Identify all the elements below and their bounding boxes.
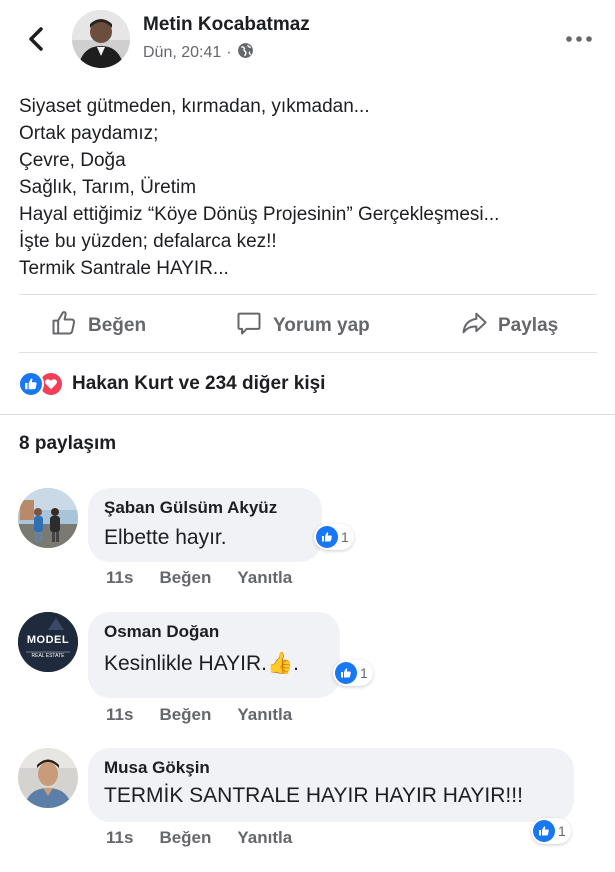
- comment-icon: [235, 309, 263, 343]
- commenter-avatar[interactable]: MODEL REAL ESTATE: [18, 612, 78, 672]
- post-line: Termik Santrale HAYIR...: [19, 258, 229, 279]
- like-reaction-icon: [335, 662, 357, 684]
- like-reaction-icon: [18, 371, 44, 397]
- comment-bubble[interactable]: Musa Gökşin TERMİK SANTRALE HAYIR HAYIR …: [88, 748, 574, 822]
- thumbs-up-emoji-icon: 👍: [267, 652, 294, 675]
- thumbs-up-icon: [50, 309, 78, 343]
- post-action-bar: Beğen Yorum yap Paylaş: [0, 300, 615, 352]
- post-meta: Dün, 20:41 ·: [143, 42, 254, 64]
- reactions-text: Hakan Kurt ve 234 diğer kişi: [72, 373, 326, 394]
- comment-actions: 11s Beğen Yanıtla: [106, 705, 292, 725]
- comment-like-button[interactable]: Beğen: [159, 568, 211, 588]
- comment-reply-button[interactable]: Yanıtla: [237, 568, 292, 588]
- post-line: Siyaset gütmeden, kırmadan, yıkmadan...: [19, 96, 370, 117]
- section-divider: [0, 414, 615, 415]
- commenter-avatar[interactable]: [18, 488, 78, 548]
- post-line: Ortak paydamız;: [19, 123, 159, 144]
- share-count[interactable]: 8 paylaşım: [19, 433, 116, 455]
- divider: [19, 352, 597, 353]
- comment-time: 11s: [106, 828, 134, 847]
- share-button[interactable]: Paylaş: [460, 308, 558, 344]
- comment-like-count[interactable]: 1: [531, 818, 571, 844]
- post-line: Çevre, Doğa: [19, 150, 126, 171]
- commenter-name[interactable]: Şaban Gülsüm Akyüz: [104, 498, 306, 518]
- post-body: Siyaset gütmeden, kırmadan, yıkmadan... …: [19, 93, 599, 282]
- comment-bubble[interactable]: Osman Doğan Kesinlikle HAYIR.👍.: [88, 612, 340, 698]
- comment-label: Yorum yap: [273, 315, 370, 336]
- like-count-number: 1: [341, 529, 349, 545]
- like-count-number: 1: [558, 823, 566, 839]
- comment-time: 11s: [106, 705, 134, 724]
- comment-text: Elbette hayır.: [104, 526, 227, 549]
- commenter-name[interactable]: Osman Doğan: [104, 622, 324, 642]
- post-line: Hayal ettiğimiz “Köye Dönüş Projesinin” …: [19, 204, 500, 225]
- comment-like-count[interactable]: 1: [333, 660, 373, 686]
- comment-bubble[interactable]: Şaban Gülsüm Akyüz Elbette hayır.: [88, 488, 322, 562]
- comment-like-count[interactable]: 1: [314, 524, 354, 550]
- meta-separator: ·: [226, 44, 232, 61]
- author-avatar[interactable]: [72, 10, 130, 68]
- avatar-logo-subtext: REAL ESTATE: [31, 653, 65, 659]
- post-line: Sağlık, Tarım, Üretim: [19, 177, 197, 198]
- avatar-logo-text: MODEL: [26, 634, 70, 646]
- more-options-icon[interactable]: [560, 28, 600, 50]
- commenter-name[interactable]: Musa Gökşin: [104, 758, 558, 778]
- reactions-summary[interactable]: Hakan Kurt ve 234 diğer kişi: [18, 370, 325, 398]
- like-count-number: 1: [360, 665, 368, 681]
- like-button[interactable]: Beğen: [50, 308, 146, 344]
- comment-button[interactable]: Yorum yap: [235, 308, 370, 344]
- author-name[interactable]: Metin Kocabatmaz: [143, 14, 310, 36]
- like-label: Beğen: [88, 315, 147, 336]
- commenter-avatar[interactable]: [18, 748, 78, 808]
- comment-text: TERMİK SANTRALE HAYIR HAYIR HAYIR!!!: [104, 784, 523, 807]
- comment-text-end: .: [293, 652, 299, 675]
- divider: [19, 294, 597, 295]
- comment-text-row: Kesinlikle HAYIR.👍.: [104, 652, 324, 676]
- share-arrow-icon: [460, 309, 488, 343]
- globe-icon: [237, 42, 254, 64]
- comment-reply-button[interactable]: Yanıtla: [237, 705, 292, 725]
- comment-actions: 11s Beğen Yanıtla: [106, 568, 292, 588]
- post-header: Metin Kocabatmaz Dün, 20:41 ·: [0, 0, 615, 78]
- comment-text: Kesinlikle HAYIR.: [104, 652, 267, 675]
- comment-like-button[interactable]: Beğen: [159, 828, 211, 848]
- comment-time: 11s: [106, 568, 134, 587]
- like-reaction-icon: [316, 526, 338, 548]
- comment-actions: 11s Beğen Yanıtla: [106, 828, 292, 848]
- post-time[interactable]: Dün, 20:41: [143, 44, 221, 62]
- back-icon[interactable]: [22, 24, 52, 54]
- like-reaction-icon: [533, 820, 555, 842]
- comment-like-button[interactable]: Beğen: [159, 705, 211, 725]
- comment-reply-button[interactable]: Yanıtla: [237, 828, 292, 848]
- post-line: İşte bu yüzden; defalarca kez!!: [19, 231, 277, 252]
- share-label: Paylaş: [498, 315, 559, 336]
